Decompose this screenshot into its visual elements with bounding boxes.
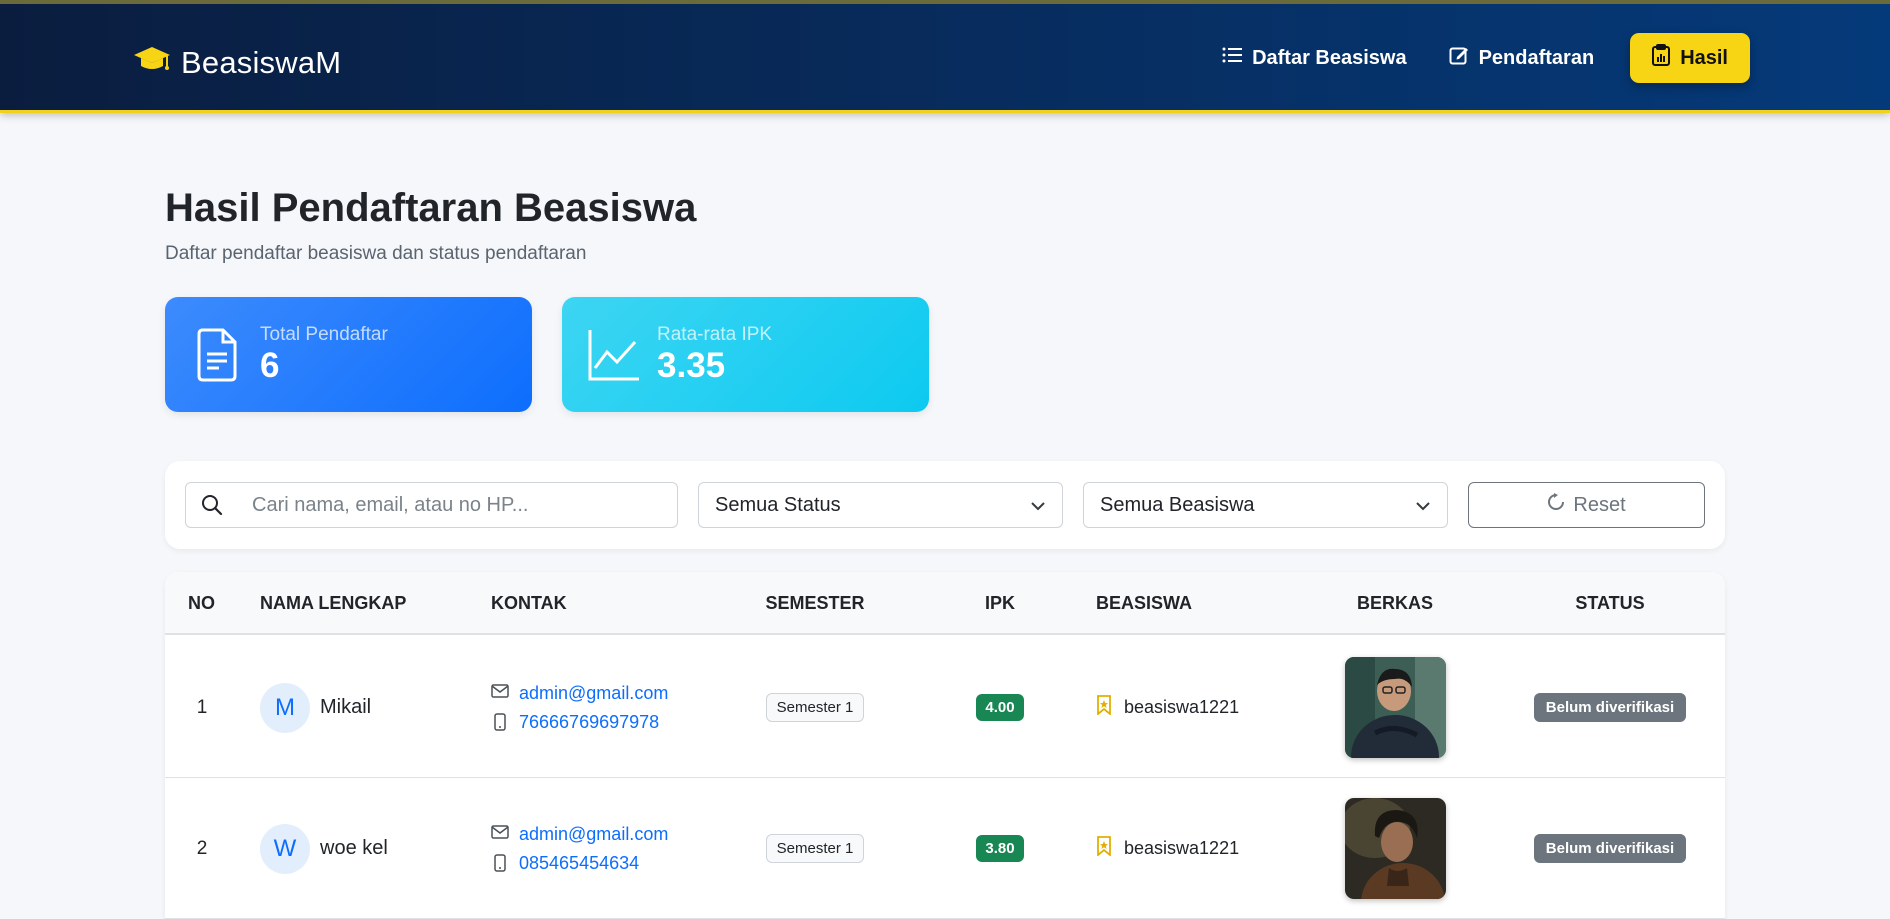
phone-link[interactable]: 76666769697978	[519, 712, 659, 733]
document-thumbnail[interactable]	[1344, 798, 1446, 899]
nav-pendaftaran[interactable]: Pendaftaran	[1443, 33, 1601, 83]
berkas-cell	[1295, 637, 1495, 778]
contact-cell: admin@gmail.com 76666769697978	[491, 637, 668, 778]
beasiswa-name: beasiswa1221	[1124, 838, 1240, 858]
stat-label: Rata-rata IPK	[657, 324, 773, 346]
beasiswa-cell: beasiswa1221	[1096, 637, 1239, 778]
col-header-semester: SEMESTER	[765, 593, 865, 613]
table-row: 1 M Mikail admin@gmail.com 7666676969797…	[165, 637, 1725, 778]
berkas-cell	[1295, 778, 1495, 919]
row-number: 2	[196, 837, 208, 859]
stat-label: Total Pendaftar	[260, 324, 388, 346]
list-icon	[1222, 46, 1243, 70]
document-thumbnail[interactable]	[1344, 657, 1446, 758]
semester-cell: Semester 1	[685, 778, 945, 919]
search-input[interactable]	[238, 493, 677, 517]
envelope-icon	[491, 683, 509, 703]
search-icon	[186, 494, 238, 516]
search-field[interactable]	[185, 482, 678, 528]
status-select[interactable]: Semua Status	[698, 482, 1063, 528]
nav-daftar-beasiswa[interactable]: Daftar Beasiswa	[1216, 33, 1413, 83]
bookmark-star-icon	[1096, 836, 1112, 861]
row-number: 1	[196, 696, 208, 718]
name-cell: W woe kel	[260, 778, 388, 919]
document-icon	[187, 325, 247, 385]
avatar: W	[260, 823, 310, 874]
col-header-berkas: BERKAS	[1356, 593, 1433, 613]
navbar: BeasiswaM Daftar Beasiswa Pendaftaran Ha…	[0, 0, 1890, 113]
col-header-no: NO	[188, 593, 215, 613]
nav-links: Daftar Beasiswa Pendaftaran Hasil	[1216, 33, 1750, 83]
stat-value: 6	[260, 346, 280, 386]
beasiswa-select-value: Semua Beasiswa	[1100, 493, 1255, 516]
col-header-nama: NAMA LENGKAP	[260, 593, 407, 613]
avatar: M	[260, 682, 310, 733]
table-row: 2 W woe kel admin@gmail.com 085465454634	[165, 778, 1725, 919]
col-header-kontak: KONTAK	[491, 593, 567, 613]
status-badge: Belum diverifikasi	[1533, 834, 1687, 863]
nav-pendaftaran-label: Pendaftaran	[1478, 46, 1595, 69]
applicant-name: woe kel	[320, 837, 388, 859]
email-link[interactable]: admin@gmail.com	[519, 824, 668, 845]
page-subtitle: Daftar pendaftar beasiswa dan status pen…	[165, 243, 587, 264]
reset-label: Reset	[1573, 493, 1626, 516]
line-chart-icon	[584, 325, 644, 385]
page-title: Hasil Pendaftaran Beasiswa	[165, 186, 697, 230]
envelope-icon	[491, 824, 509, 844]
semester-badge: Semester 1	[765, 693, 865, 722]
contact-cell: admin@gmail.com 085465454634	[491, 778, 668, 919]
stat-value: 3.35	[657, 346, 726, 386]
beasiswa-select[interactable]: Semua Beasiswa	[1083, 482, 1448, 528]
filter-bar: Semua Status Semua Beasiswa Reset	[165, 461, 1725, 549]
clipboard-chart-icon	[1652, 44, 1671, 72]
status-select-value: Semua Status	[715, 493, 841, 516]
reset-button[interactable]: Reset	[1468, 482, 1705, 528]
phone-icon	[491, 713, 509, 731]
phone-link[interactable]: 085465454634	[519, 853, 639, 874]
stat-card-rata-rata-ipk: Rata-rata IPK 3.35	[562, 297, 929, 412]
beasiswa-cell: beasiswa1221	[1096, 778, 1239, 919]
col-header-status: STATUS	[1575, 593, 1645, 613]
email-link[interactable]: admin@gmail.com	[519, 683, 668, 704]
edit-icon	[1449, 45, 1469, 71]
nav-hasil[interactable]: Hasil	[1630, 33, 1750, 83]
beasiswa-name: beasiswa1221	[1124, 697, 1240, 717]
chevron-down-icon	[1030, 494, 1046, 517]
applicant-name: Mikail	[320, 696, 372, 718]
table-header: NO NAMA LENGKAP KONTAK SEMESTER IPK BEAS…	[165, 572, 1725, 635]
bookmark-star-icon	[1096, 695, 1112, 720]
status-cell: Belum diverifikasi	[1495, 637, 1725, 778]
brand-logo[interactable]: BeasiswaM	[133, 44, 341, 81]
chevron-down-icon	[1415, 494, 1431, 517]
ipk-badge: 3.80	[976, 835, 1024, 862]
phone-icon	[491, 854, 509, 872]
status-cell: Belum diverifikasi	[1495, 778, 1725, 919]
col-header-ipk: IPK	[984, 593, 1015, 613]
graduation-cap-icon	[133, 44, 171, 81]
nav-hasil-label: Hasil	[1680, 46, 1728, 69]
nav-daftar-beasiswa-label: Daftar Beasiswa	[1252, 46, 1407, 69]
name-cell: M Mikail	[260, 637, 371, 778]
results-table: NO NAMA LENGKAP KONTAK SEMESTER IPK BEAS…	[165, 572, 1725, 919]
semester-cell: Semester 1	[685, 637, 945, 778]
brand-name: BeasiswaM	[181, 44, 342, 80]
status-badge: Belum diverifikasi	[1533, 693, 1687, 722]
ipk-cell: 3.80	[945, 778, 1055, 919]
refresh-icon	[1547, 493, 1565, 517]
stat-card-total-pendaftar: Total Pendaftar 6	[165, 297, 532, 412]
ipk-cell: 4.00	[945, 637, 1055, 778]
col-header-beasiswa: BEASISWA	[1096, 593, 1193, 613]
semester-badge: Semester 1	[765, 834, 865, 863]
ipk-badge: 4.00	[976, 694, 1024, 721]
